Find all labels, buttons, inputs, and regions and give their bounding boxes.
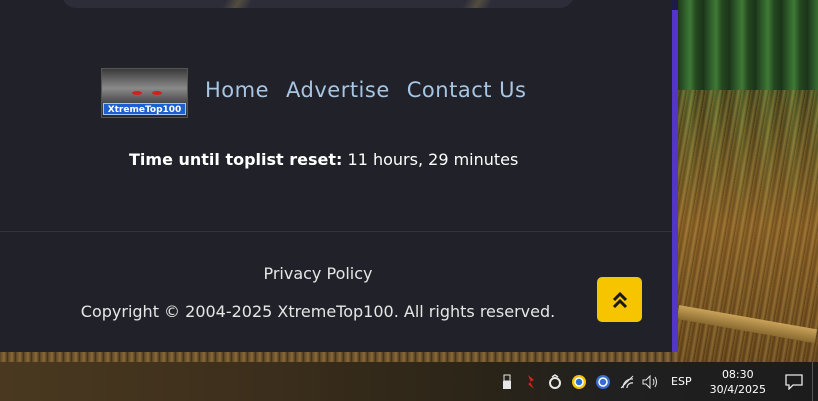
notification-button[interactable]: [776, 362, 812, 401]
scroll-to-top-button[interactable]: [597, 277, 642, 322]
reset-label: Time until toplist reset:: [129, 150, 343, 169]
footer-nav: Home Advertise Contact Us: [205, 78, 526, 102]
volume-icon[interactable]: [639, 362, 663, 401]
wifi-icon[interactable]: [615, 362, 639, 401]
footer-panel: XtremeTop100 Home Advertise Contact Us T…: [0, 0, 672, 352]
privacy-policy-link[interactable]: Privacy Policy: [0, 264, 636, 283]
reset-timer: Time until toplist reset: 11 hours, 29 m…: [129, 150, 518, 169]
language-indicator[interactable]: ESP: [663, 375, 700, 388]
site-logo[interactable]: XtremeTop100: [101, 68, 188, 118]
background-strip: [0, 352, 678, 362]
accent-bar: [672, 10, 678, 352]
clock-time: 08:30: [721, 367, 754, 381]
show-desktop-button[interactable]: [812, 362, 818, 401]
nav-contact-link[interactable]: Contact Us: [407, 78, 527, 102]
nav-advertise-link[interactable]: Advertise: [286, 78, 390, 102]
browser-icon[interactable]: [591, 362, 615, 401]
nav-home-link[interactable]: Home: [205, 78, 269, 102]
scroll-track-top: [672, 0, 678, 10]
reset-value: 11 hours, 29 minutes: [347, 150, 519, 169]
red-app-icon[interactable]: [519, 362, 543, 401]
taskbar: ESP 08:30 30/4/2025: [0, 362, 818, 401]
background-image: [676, 0, 818, 362]
usb-icon[interactable]: [495, 362, 519, 401]
copyright-text: Copyright © 2004-2025 XtremeTop100. All …: [80, 302, 556, 321]
footer-divider: [0, 231, 672, 232]
logo-text: XtremeTop100: [103, 103, 186, 115]
clock[interactable]: 08:30 30/4/2025: [700, 367, 776, 397]
sync-icon[interactable]: [543, 362, 567, 401]
clock-date: 30/4/2025: [709, 382, 766, 396]
double-chevron-up-icon: [612, 291, 627, 308]
chat-icon: [785, 373, 803, 390]
chrome-icon[interactable]: [567, 362, 591, 401]
top-card-edge: [62, 0, 574, 8]
system-tray: ESP 08:30 30/4/2025: [495, 362, 818, 401]
